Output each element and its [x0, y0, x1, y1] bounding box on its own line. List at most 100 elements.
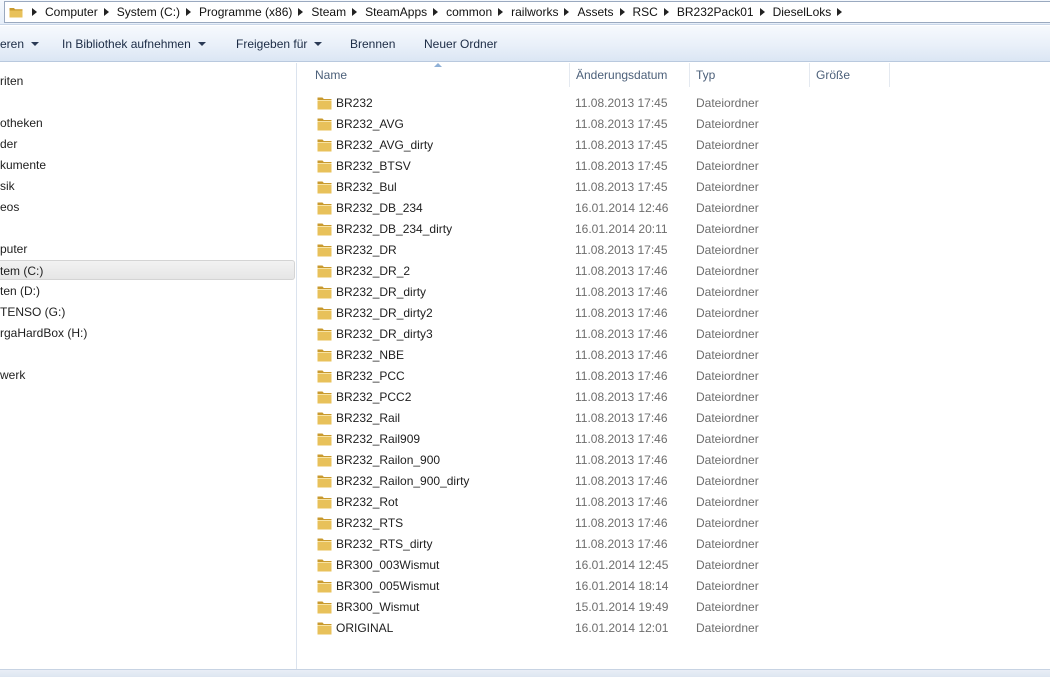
file-modified-date: 11.08.2013 17:45 — [575, 180, 668, 194]
breadcrumb-item[interactable]: Computer — [45, 5, 98, 19]
table-row[interactable]: BR232_DR_dirty 11.08.2013 17:46 Dateiordne… — [298, 282, 1050, 303]
table-row[interactable]: BR232_DR_2 11.08.2013 17:46 Dateiordner — [298, 261, 1050, 282]
breadcrumb-item[interactable]: DieselLoks — [773, 5, 832, 19]
chevron-right-icon[interactable] — [352, 8, 358, 16]
breadcrumb-item[interactable]: Assets — [577, 5, 613, 19]
file-name: ORIGINAL — [336, 621, 394, 635]
nav-item-videos[interactable]: eos — [0, 197, 19, 217]
table-row[interactable]: BR232_PCC2 11.08.2013 17:46 Dateiordner — [298, 387, 1050, 408]
file-name: BR232_Railon_900_dirty — [336, 474, 470, 488]
chevron-right-icon[interactable] — [619, 8, 625, 16]
chevron-right-icon[interactable] — [564, 8, 570, 16]
file-modified-date: 11.08.2013 17:46 — [575, 495, 668, 509]
folder-icon — [317, 538, 332, 551]
command-bar: eren In Bibliothek aufnehmen Freigeben f… — [0, 26, 1050, 62]
folder-icon — [317, 244, 332, 257]
breadcrumb-item[interactable]: Programme (x86) — [199, 5, 292, 19]
chevron-right-icon[interactable] — [186, 8, 192, 16]
nav-item-computer[interactable]: puter — [0, 239, 27, 259]
chevron-right-icon[interactable] — [298, 8, 304, 16]
folder-icon — [317, 223, 332, 236]
nav-item-drive-h[interactable]: rgaHardBox (H:) — [0, 323, 87, 343]
breadcrumb-item[interactable]: railworks — [511, 5, 558, 19]
table-row[interactable]: BR232_Railon_900 11.08.2013 17:46 Dateiord… — [298, 450, 1050, 471]
nav-item-network[interactable]: werk — [0, 365, 25, 385]
breadcrumb-item[interactable]: RSC — [633, 5, 658, 19]
table-row[interactable]: BR232_Rail909 11.08.2013 17:46 Dateiordner — [298, 429, 1050, 450]
column-header-type[interactable]: Typ — [690, 63, 810, 87]
table-row[interactable]: BR232_Bul 11.08.2013 17:45 Dateiordner — [298, 177, 1050, 198]
burn-button[interactable]: Brennen — [350, 26, 395, 62]
column-header-row: Name Änderungsdatum Typ Größe — [298, 63, 1050, 87]
chevron-right-icon[interactable] — [498, 8, 504, 16]
nav-item-drive-d[interactable]: ten (D:) — [0, 281, 40, 301]
chevron-right-icon[interactable] — [433, 8, 439, 16]
folder-icon — [317, 328, 332, 341]
chevron-right-icon[interactable] — [103, 8, 109, 16]
nav-item-drive-c[interactable]: tem (C:) — [0, 260, 295, 280]
file-type: Dateiordner — [696, 96, 759, 110]
nav-item-drive-g[interactable]: TENSO (G:) — [0, 302, 65, 322]
table-row[interactable]: BR232 11.08.2013 17:45 Dateiordner — [298, 93, 1050, 114]
table-row[interactable]: BR300_Wismut 15.01.2014 19:49 Dateiordner — [298, 597, 1050, 618]
table-row[interactable]: BR232_AVG_dirty 11.08.2013 17:45 Dateiordn… — [298, 135, 1050, 156]
organize-button[interactable]: eren — [0, 26, 40, 62]
column-header-name[interactable]: Name — [298, 63, 570, 87]
table-row[interactable]: BR232_RTS 11.08.2013 17:46 Dateiordner — [298, 513, 1050, 534]
breadcrumb-item[interactable]: SteamApps — [365, 5, 427, 19]
organize-label: eren — [0, 37, 25, 51]
nav-item-pictures[interactable]: der — [0, 134, 17, 154]
table-row[interactable]: BR232_NBE 11.08.2013 17:46 Dateiordner — [298, 345, 1050, 366]
table-row[interactable]: BR232_PCC 11.08.2013 17:46 Dateiordner — [298, 366, 1050, 387]
breadcrumb-item[interactable]: System (C:) — [117, 5, 180, 19]
chevron-right-icon[interactable] — [663, 8, 669, 16]
chevron-right-icon[interactable] — [32, 8, 37, 16]
table-row[interactable]: BR232_BTSV 11.08.2013 17:45 Dateiordner — [298, 156, 1050, 177]
folder-icon — [317, 454, 332, 467]
share-with-label: Freigeben für — [236, 37, 308, 51]
file-name: BR232_Rot — [336, 495, 399, 509]
new-folder-button[interactable]: Neuer Ordner — [424, 26, 497, 62]
breadcrumb-item[interactable]: Steam — [311, 5, 346, 19]
breadcrumb-item[interactable]: BR232Pack01 — [677, 5, 754, 19]
file-modified-date: 11.08.2013 17:46 — [575, 453, 668, 467]
table-row[interactable]: BR232_Rail 11.08.2013 17:46 Dateiordner — [298, 408, 1050, 429]
nav-item-favorites[interactable]: riten — [0, 71, 23, 91]
table-row[interactable]: BR232_RTS_dirty 11.08.2013 17:46 Dateiordn… — [298, 534, 1050, 555]
nav-item-music[interactable]: sik — [0, 176, 15, 196]
file-modified-date: 11.08.2013 17:46 — [575, 285, 668, 299]
chevron-right-icon[interactable] — [837, 8, 843, 16]
file-modified-date: 11.08.2013 17:46 — [575, 432, 668, 446]
table-row[interactable]: ORIGINAL 16.01.2014 12:01 Dateiordner — [298, 618, 1050, 639]
table-row[interactable]: BR300_005Wismut 16.01.2014 18:14 Dateiordn… — [298, 576, 1050, 597]
table-row[interactable]: BR300_003Wismut 16.01.2014 12:45 Dateiordn… — [298, 555, 1050, 576]
table-row[interactable]: BR232_Railon_900_dirty 11.08.2013 17:46 Da… — [298, 471, 1050, 492]
file-type: Dateiordner — [696, 453, 759, 467]
column-header-date[interactable]: Änderungsdatum — [570, 63, 690, 87]
table-row[interactable]: BR232_DR_dirty3 11.08.2013 17:46 Dateiordn… — [298, 324, 1050, 345]
include-in-library-button[interactable]: In Bibliothek aufnehmen — [62, 26, 206, 62]
file-type: Dateiordner — [696, 201, 759, 215]
breadcrumb-item[interactable]: common — [446, 5, 492, 19]
file-modified-date: 11.08.2013 17:45 — [575, 138, 668, 152]
file-type: Dateiordner — [696, 348, 759, 362]
file-modified-date: 11.08.2013 17:46 — [575, 369, 668, 383]
column-header-size[interactable]: Größe — [810, 63, 890, 87]
table-row[interactable]: BR232_DB_234_dirty 16.01.2014 20:11 Dateio… — [298, 219, 1050, 240]
nav-item-documents[interactable]: kumente — [0, 155, 46, 175]
chevron-right-icon[interactable] — [759, 8, 765, 16]
file-modified-date: 16.01.2014 12:01 — [575, 621, 669, 635]
table-row[interactable]: BR232_DB_234 16.01.2014 12:46 Dateiordner — [298, 198, 1050, 219]
nav-item-libraries[interactable]: otheken — [0, 113, 43, 133]
table-row[interactable]: BR232_Rot 11.08.2013 17:46 Dateiordner — [298, 492, 1050, 513]
breadcrumb[interactable]: Computer System (C:) Programme (x86) Steam S… — [4, 1, 1050, 23]
table-row[interactable]: BR232_AVG 11.08.2013 17:45 Dateiordner — [298, 114, 1050, 135]
table-row[interactable]: BR232_DR 11.08.2013 17:45 Dateiordner — [298, 240, 1050, 261]
file-name: BR232_RTS_dirty — [336, 537, 433, 551]
folder-icon — [317, 517, 332, 530]
share-with-button[interactable]: Freigeben für — [236, 26, 323, 62]
file-name: BR232_PCC2 — [336, 390, 412, 404]
file-modified-date: 11.08.2013 17:46 — [575, 390, 668, 404]
file-modified-date: 11.08.2013 17:45 — [575, 159, 668, 173]
table-row[interactable]: BR232_DR_dirty2 11.08.2013 17:46 Dateiordn… — [298, 303, 1050, 324]
